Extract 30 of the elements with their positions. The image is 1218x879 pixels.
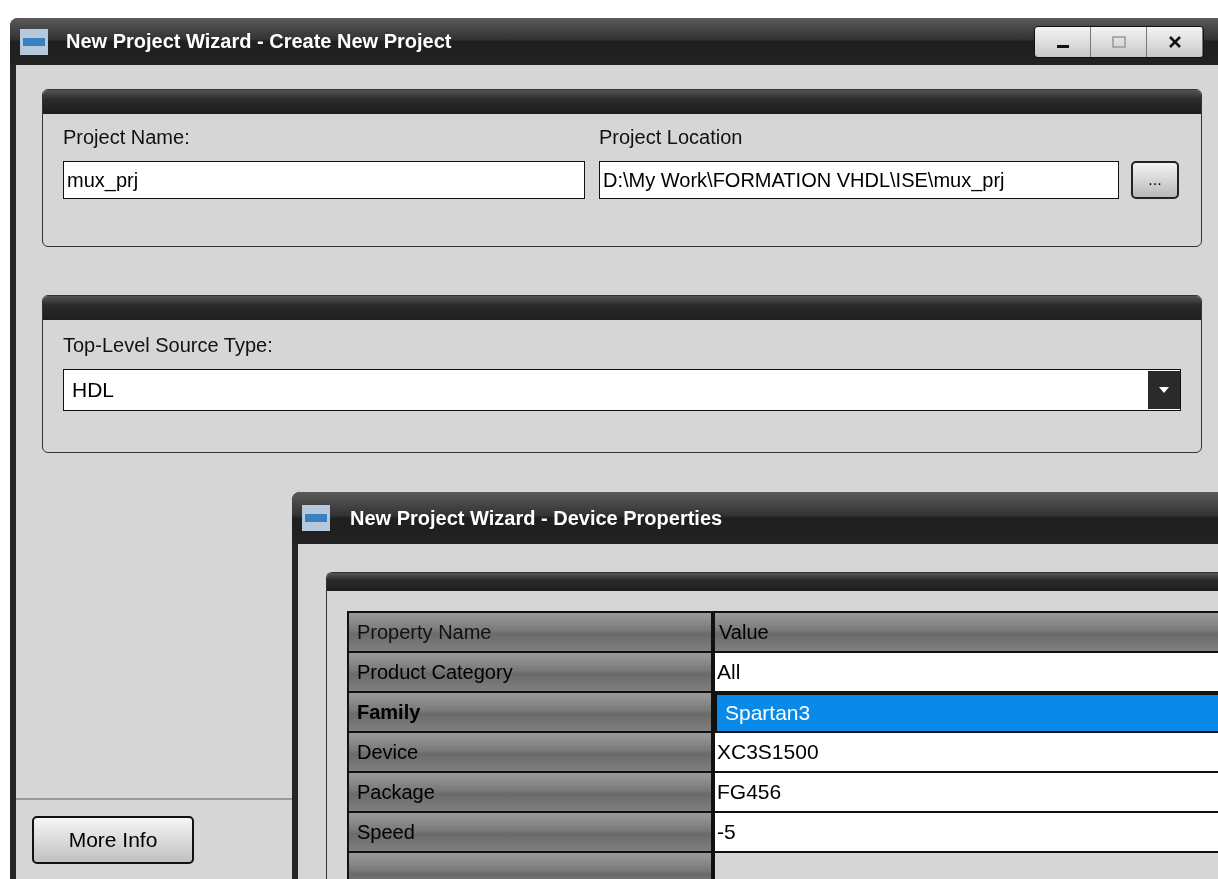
minimize-button[interactable] (1035, 26, 1091, 57)
property-name-cell: Package (349, 773, 711, 811)
app-logo-icon (20, 28, 48, 55)
property-name-cell: Family (349, 693, 711, 731)
close-button[interactable] (1147, 26, 1203, 57)
property-value-cell[interactable]: All (715, 653, 1218, 691)
project-name-field[interactable]: mux_prj (63, 161, 585, 199)
close-icon (1166, 34, 1183, 49)
window-title: New Project Wizard - Create New Project (66, 30, 452, 53)
column-header: Property Name (349, 613, 711, 651)
property-value-cell[interactable]: -5 (715, 813, 1218, 851)
property-value-cell[interactable]: Spartan3 (717, 695, 1218, 731)
browse-button[interactable]: ... (1131, 161, 1179, 199)
project-location-field[interactable]: D:\My Work\FORMATION VHDL\ISE\mux_prj (599, 161, 1119, 199)
property-name-cell: Speed (349, 813, 711, 851)
property-name-cell: Product Category (349, 653, 711, 691)
column-header: Value (715, 613, 1218, 651)
field-label: Project Name: (63, 126, 191, 149)
source-type-dropdown[interactable]: HDL (63, 369, 1181, 411)
field-label: Top-Level Source Type: (63, 334, 274, 357)
maximize-icon (1110, 34, 1127, 49)
maximize-button[interactable] (1091, 26, 1147, 57)
property-value-cell[interactable]: FG456 (715, 773, 1218, 811)
more-info-button[interactable]: More Info (32, 816, 194, 864)
property-name-cell: Device (349, 733, 711, 771)
app-logo-icon (302, 505, 330, 531)
field-label: Project Location (599, 126, 744, 149)
property-value-cell[interactable]: XC3S1500 (715, 733, 1218, 771)
window-title: New Project Wizard - Device Properties (350, 506, 723, 530)
minimize-icon (1056, 44, 1069, 48)
